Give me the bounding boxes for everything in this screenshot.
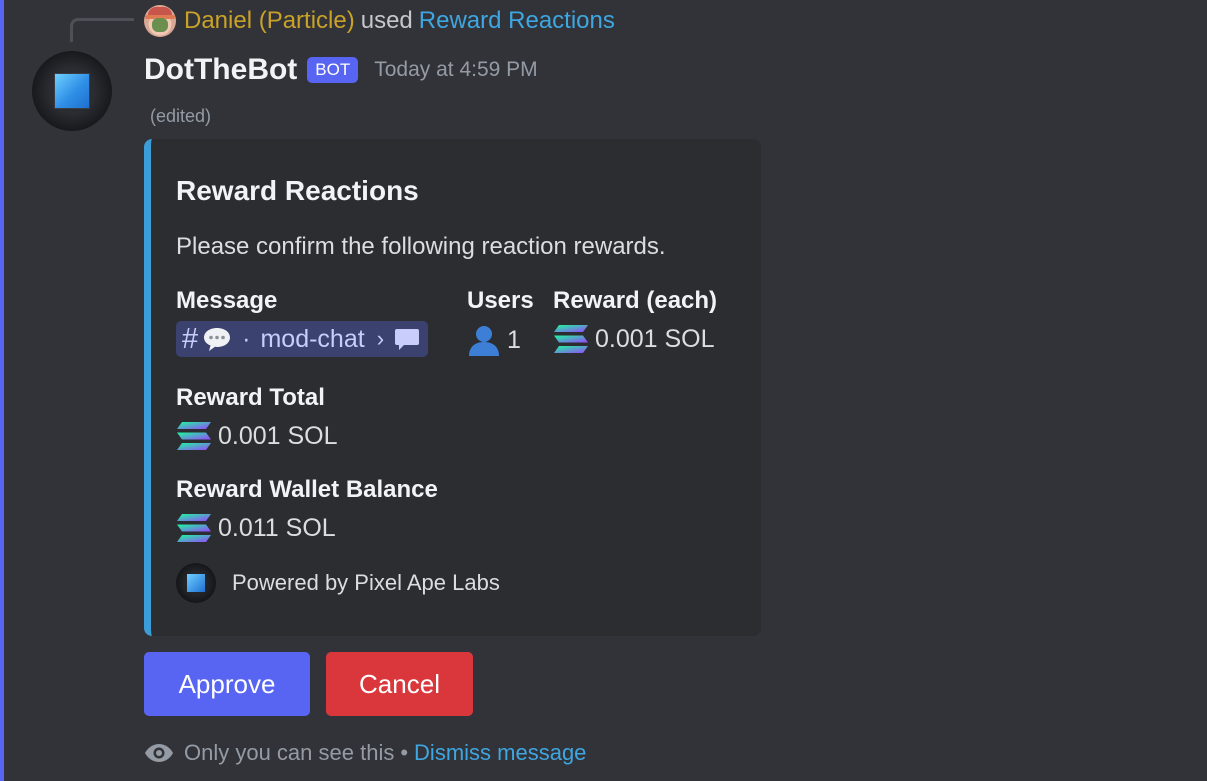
field-reward-each-name: Reward (each) [553,287,718,314]
field-wallet-balance-name: Reward Wallet Balance [176,476,438,503]
embed-title: Reward Reactions [176,175,419,206]
solana-icon [554,325,588,353]
ephemeral-bullet: • [400,740,409,765]
embed-card: Reward Reactions Please confirm the foll… [144,139,761,636]
bot-badge: BOT [307,57,359,83]
channel-mention[interactable]: # · mod-chat › [176,321,429,357]
ephemeral-notice: Only you can see this • Dismiss message [144,740,586,766]
reply-used-text: used [360,7,413,34]
blue-square-avatar-icon [55,74,89,108]
pixel-ape-avatar-icon[interactable] [144,5,176,37]
reward-total-amount: 0.001 SOL [218,421,338,450]
mention-highlight-bar [0,0,4,781]
user-silhouette-icon [469,326,499,356]
field-reward-each-value: 0.001 SOL [553,323,715,355]
speech-bubble-icon [204,328,231,351]
reward-each-amount: 0.001 SOL [595,324,715,353]
chevron-right-icon: › [376,326,385,351]
field-message-value: # · mod-chat › [176,321,429,357]
edited-label: (edited) [150,106,212,126]
field-reward-total-value: 0.001 SOL [176,420,338,452]
wallet-balance-amount: 0.011 SOL [218,513,336,542]
embed-footer: Powered by Pixel Ape Labs [176,563,500,603]
blue-square-avatar-icon [187,574,205,592]
ephemeral-note: Only you can see this [184,740,395,765]
reply-context[interactable]: Daniel (Particle) used Reward Reactions [144,4,615,38]
reply-command-link[interactable]: Reward Reactions [419,7,615,35]
thread-icon [395,329,420,350]
eye-icon [145,744,173,762]
field-users-name: Users [467,287,534,314]
field-message-name: Message [176,287,278,314]
message-timestamp[interactable]: Today at 4:59 PM [374,58,537,82]
channel-name: mod-chat [260,324,365,353]
approve-button[interactable]: Approve [144,652,310,716]
cancel-button[interactable]: Cancel [326,652,473,716]
solana-icon [177,422,211,450]
channel-separator: · [242,324,251,353]
embed-description: Please confirm the following reaction re… [176,233,666,260]
field-wallet-balance-value: 0.011 SOL [176,512,336,544]
field-users-value: 1 [467,323,521,357]
field-reward-total-name: Reward Total [176,384,325,411]
reply-connector [70,18,134,42]
solana-icon [177,514,211,542]
users-count: 1 [507,325,521,354]
reply-user-name[interactable]: Daniel (Particle) [184,7,355,35]
dismiss-message-link[interactable]: Dismiss message [414,740,586,766]
channel-hash: # [182,322,199,355]
footer-avatar [176,563,216,603]
footer-text: Powered by Pixel Ape Labs [232,570,500,595]
author-name[interactable]: DotTheBot [144,53,297,87]
message-header: DotTheBot BOT Today at 4:59 PM [144,50,538,90]
bot-avatar[interactable] [32,51,112,131]
